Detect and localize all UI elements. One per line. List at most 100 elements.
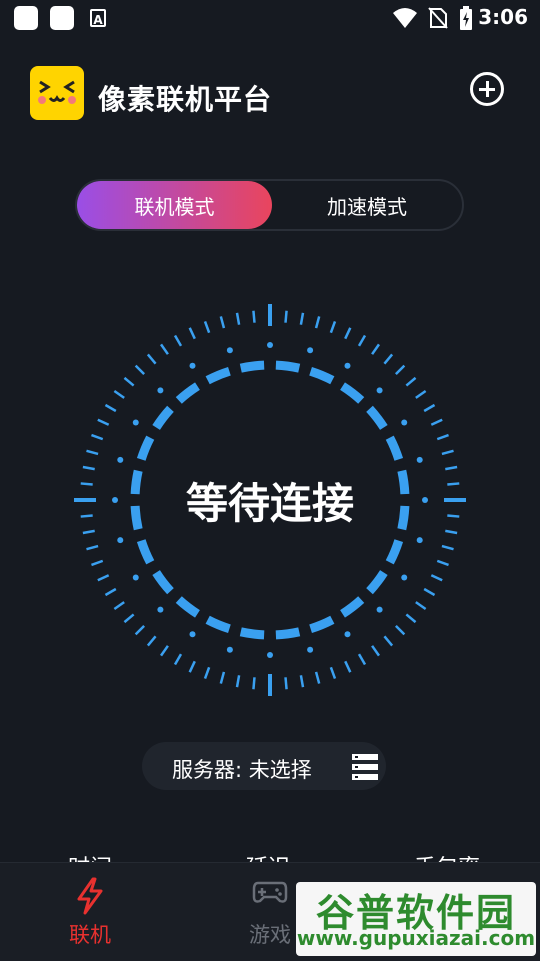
dial-tick <box>329 321 337 334</box>
dial-tick <box>235 312 241 325</box>
dial-tick <box>405 613 417 624</box>
dial-tick <box>219 671 226 684</box>
dial-segment <box>385 539 404 565</box>
dial-segment <box>340 382 365 404</box>
watermark-url: www.gupuxiazai.com <box>296 926 536 950</box>
dial-dot <box>344 362 351 369</box>
dial-tick <box>394 624 406 636</box>
dial-tick <box>430 418 443 426</box>
server-selector[interactable]: 服务器: 未选择 <box>142 742 386 790</box>
notification-icon <box>50 6 74 30</box>
dial-segment <box>385 435 404 461</box>
dial-segment <box>205 366 231 385</box>
dial-tick <box>405 376 417 387</box>
dial-tick <box>394 364 406 376</box>
dial-segment <box>239 627 265 640</box>
dial-dot <box>189 362 196 369</box>
notification-badge: A <box>90 9 106 27</box>
dial-tick <box>441 449 454 456</box>
dial-tick <box>159 645 169 657</box>
dial-tick <box>299 675 305 688</box>
gamepad-icon <box>252 881 288 903</box>
dial-dot <box>267 342 273 348</box>
dial-tick <box>284 677 288 690</box>
dial-dot <box>376 606 383 613</box>
dial-tick <box>344 660 352 673</box>
dial-tick <box>113 601 125 611</box>
pixel-face-logo-icon <box>30 66 84 120</box>
dial-dot <box>307 347 314 354</box>
dial-tick <box>445 465 458 471</box>
connection-status: 等待连接 <box>185 479 354 528</box>
dial-tick <box>344 327 352 340</box>
no-sim-icon <box>428 7 448 29</box>
mode-tab-accelerate[interactable]: 加速模式 <box>272 181 462 229</box>
app-title: 像素联机平台 <box>98 83 273 116</box>
dial-tick <box>436 559 449 567</box>
mode-tab-connect[interactable]: 联机模式 <box>77 181 272 229</box>
dial-tick <box>371 343 381 355</box>
dial-tick <box>252 677 256 690</box>
dial-tick <box>415 389 427 399</box>
dial-segment <box>309 366 335 385</box>
dial-tick <box>86 449 99 456</box>
dial-segment <box>239 360 265 373</box>
dial-tick <box>314 316 321 329</box>
dial-tick <box>235 675 241 688</box>
dial-tick <box>423 587 436 597</box>
dial-segment <box>340 596 365 618</box>
dial-segment <box>152 405 174 430</box>
tab-connect[interactable]: 联机 <box>0 863 180 961</box>
dial-tick <box>146 635 157 647</box>
dial-dot <box>344 631 351 638</box>
add-button[interactable] <box>470 72 504 106</box>
clock: 3:06 <box>478 5 528 29</box>
dial-tick <box>104 403 117 413</box>
dial-tick <box>159 343 169 355</box>
dial-tick <box>91 559 104 567</box>
dial-dot <box>401 574 408 581</box>
dial-tick <box>383 353 394 365</box>
dial-tick <box>436 433 449 441</box>
battery-charging-icon <box>460 6 472 30</box>
dial-dot <box>401 419 408 426</box>
dial-segment <box>136 539 155 565</box>
dial-tick <box>314 671 321 684</box>
dial-dot <box>416 456 423 463</box>
dial-dot <box>157 606 164 613</box>
dial-segment <box>275 627 301 640</box>
server-label: 服务器: 未选择 <box>172 758 312 782</box>
dial-tick <box>82 529 95 535</box>
dial-tick <box>188 660 196 673</box>
dial-segment <box>366 570 388 595</box>
dial-segment <box>175 382 200 404</box>
dial-tick <box>445 529 458 535</box>
dial-tick <box>357 653 367 666</box>
dial-tick <box>284 310 288 323</box>
dial-tick <box>188 327 196 340</box>
dial-tick <box>134 624 146 636</box>
dial-segment <box>175 596 200 618</box>
server-list-icon <box>352 754 378 780</box>
dial-segment <box>205 615 231 634</box>
dial-tick <box>104 587 117 597</box>
dial-segment <box>136 435 155 461</box>
status-bar: A 3:06 <box>0 0 540 38</box>
dial-segment <box>275 360 301 373</box>
mode-switch: 联机模式 加速模式 <box>75 179 464 231</box>
dial-tick <box>357 334 367 347</box>
dial-dot <box>132 574 139 581</box>
dial-tick <box>252 310 256 323</box>
dial-dot <box>416 537 423 544</box>
dial-tick <box>91 433 104 441</box>
dial-dot <box>117 537 124 544</box>
dial-tick <box>430 574 443 582</box>
dial-segment <box>309 615 335 634</box>
dial-dot <box>226 347 233 354</box>
dial-tick <box>123 613 135 624</box>
dial-tick <box>371 645 381 657</box>
dial-tick <box>134 364 146 376</box>
dial-tick <box>86 544 99 551</box>
dial-segment <box>152 570 174 595</box>
dial-tick <box>441 544 454 551</box>
